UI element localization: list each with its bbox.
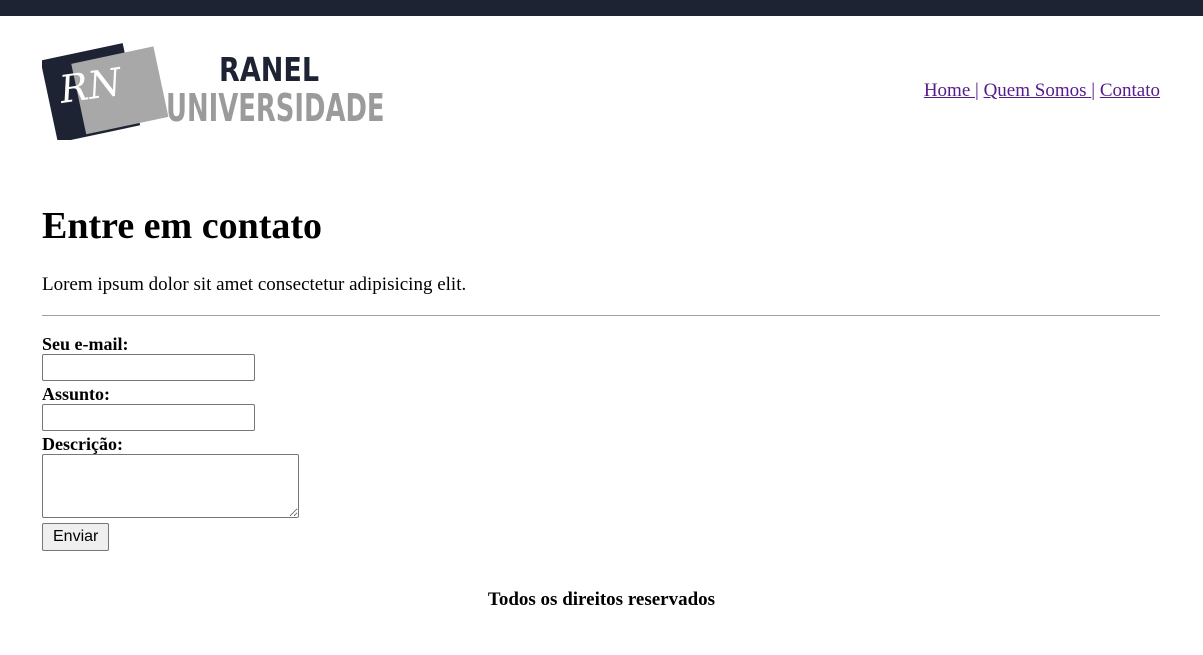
nav-link-quem-somos[interactable]: Quem Somos [984, 80, 1092, 101]
logo-line1: RANEL [219, 50, 320, 89]
divider [42, 315, 1160, 316]
logo-line2: UNIVERSIDADE [166, 86, 385, 130]
logo[interactable]: RN RANEL UNIVERSIDADE [42, 40, 385, 140]
header: RN RANEL UNIVERSIDADE Home | Quem Somos … [42, 40, 1160, 140]
logo-monogram-icon: RN [42, 43, 169, 140]
description-label: Descrição: [42, 434, 123, 454]
email-field[interactable] [42, 354, 255, 381]
nav-separator: | [975, 80, 979, 101]
subject-label: Assunto: [42, 384, 111, 404]
main-content: Entre em contato Lorem ipsum dolor sit a… [42, 200, 1160, 551]
email-label: Seu e-mail: [42, 334, 129, 354]
main-nav: Home | Quem Somos | Contato [924, 80, 1160, 102]
nav-link-home[interactable]: Home [924, 80, 975, 101]
footer-text: Todos os direitos reservados [487, 589, 716, 610]
top-bar [0, 0, 1203, 16]
description-field[interactable] [42, 454, 299, 518]
logo-monogram: RN [56, 59, 126, 112]
nav-link-contato[interactable]: Contato [1100, 80, 1160, 101]
intro-text: Lorem ipsum dolor sit amet consectetur a… [42, 274, 467, 295]
page-title: Entre em contato [42, 205, 323, 247]
contact-form: Seu e-mail: Assunto: Descrição: Enviar [42, 334, 1160, 551]
submit-button[interactable]: Enviar [42, 523, 110, 551]
nav-separator: | [1091, 80, 1096, 101]
subject-field[interactable] [42, 404, 255, 431]
